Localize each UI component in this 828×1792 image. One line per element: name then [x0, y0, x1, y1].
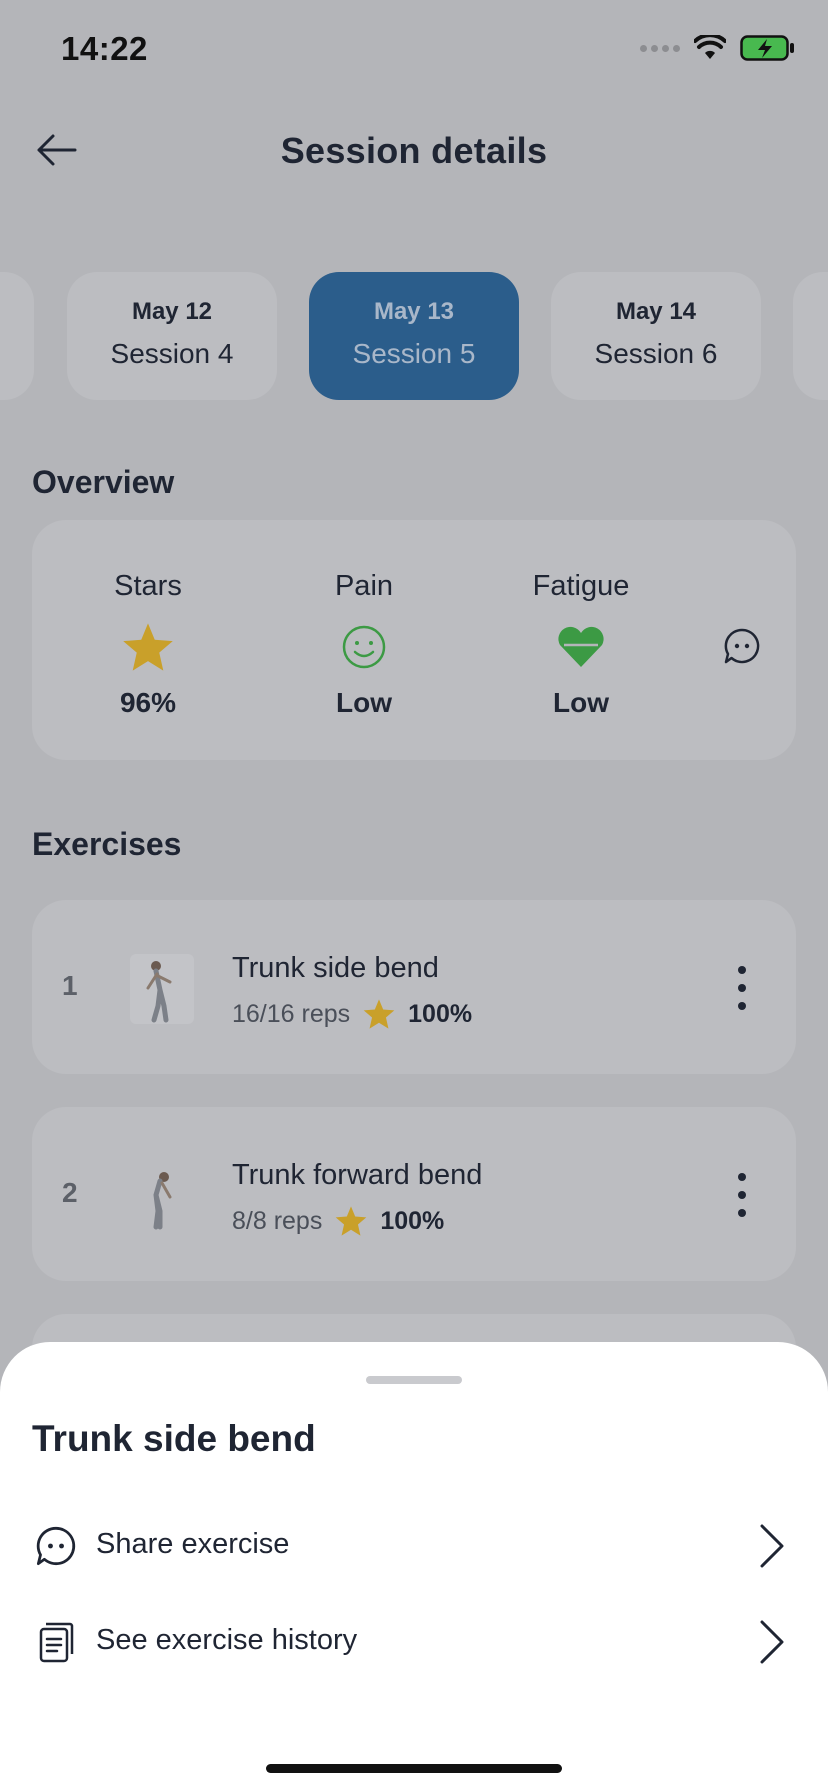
more-dot-icon — [738, 966, 746, 974]
home-indicator[interactable] — [266, 1764, 562, 1773]
see-exercise-history-action[interactable]: See exercise history — [0, 1602, 828, 1682]
stars-metric: Stars 96% — [58, 570, 238, 719]
battery-charging-icon — [740, 35, 794, 61]
chevron-right-icon — [760, 1524, 784, 1568]
more-dot-icon — [738, 1173, 746, 1181]
session-label: Session 4 — [110, 338, 234, 369]
overview-card: Stars 96% Pain Low Fatigue Low — [32, 520, 796, 760]
fatigue-label: Fatigue — [532, 570, 630, 602]
star-icon — [363, 999, 395, 1029]
session-card-5[interactable]: May 13 Session 5 — [309, 272, 519, 400]
stars-label: Stars — [114, 570, 182, 602]
exercise-score: 100% — [408, 999, 473, 1028]
pain-metric: Pain Low — [274, 570, 454, 719]
session-card-next[interactable] — [793, 272, 828, 400]
session-details-screen: 14:22 Session details May 12 Session 4 M… — [0, 0, 828, 1792]
more-dot-icon — [738, 984, 746, 992]
exercise-reps: 8/8 reps — [232, 1206, 323, 1235]
session-date: May 12 — [131, 298, 213, 325]
status-time: 14:22 — [61, 30, 148, 67]
fatigue-value: Low — [553, 687, 609, 718]
pain-value: Low — [336, 687, 392, 718]
exercise-thumbnail-figure — [153, 1172, 172, 1230]
exercise-index: 2 — [62, 1177, 78, 1208]
page-title: Session details — [280, 130, 548, 171]
star-icon — [336, 1206, 367, 1236]
chevron-right-icon — [760, 1620, 784, 1664]
more-options-button[interactable] — [722, 1173, 762, 1217]
chat-bubble-icon — [36, 1526, 76, 1566]
exercises-heading: Exercises — [32, 826, 182, 862]
more-options-button[interactable] — [722, 966, 762, 1010]
session-card-6[interactable]: May 14 Session 6 — [551, 272, 761, 400]
wifi-icon — [694, 35, 726, 59]
exercise-name: Trunk forward bend — [232, 1159, 483, 1191]
star-icon — [123, 623, 173, 671]
session-date: May 13 — [373, 298, 455, 325]
heart-icon — [558, 626, 604, 667]
share-exercise-action[interactable]: Share exercise — [0, 1506, 828, 1586]
session-label: Session 6 — [594, 338, 718, 369]
action-label: See exercise history — [96, 1624, 358, 1656]
session-card-4[interactable]: May 12 Session 4 — [67, 272, 277, 400]
comment-button[interactable] — [718, 622, 766, 670]
exercise-card-1[interactable]: 1 Trunk side bend 16/16 reps 100% — [32, 900, 796, 1074]
sheet-grabber[interactable] — [366, 1376, 462, 1384]
header: Session details — [0, 110, 828, 190]
status-bar: 14:22 — [0, 0, 828, 100]
exercise-name: Trunk side bend — [232, 952, 439, 984]
overview-heading: Overview — [32, 464, 175, 500]
chat-bubble-icon — [724, 628, 760, 664]
exercise-meta: 16/16 reps 100% — [232, 998, 472, 1030]
exercise-index: 1 — [62, 970, 78, 1001]
cellular-signal-icon — [640, 44, 680, 52]
more-dot-icon — [738, 1209, 746, 1217]
smiley-icon — [342, 625, 386, 669]
exercise-reps: 16/16 reps — [232, 999, 351, 1028]
exercise-meta: 8/8 reps 100% — [232, 1205, 444, 1237]
more-dot-icon — [738, 1002, 746, 1010]
session-carousel: May 12 Session 4 May 13 Session 5 May 14… — [0, 272, 828, 400]
exercise-card-2[interactable]: 2 Trunk forward bend 8/8 reps 100% — [32, 1107, 796, 1281]
session-label: Session 5 — [352, 338, 476, 369]
exercise-score: 100% — [380, 1206, 445, 1235]
action-label: Share exercise — [96, 1528, 290, 1560]
session-date: May 14 — [615, 298, 697, 325]
stars-value: 96% — [119, 687, 177, 718]
exercise-thumbnail-figure — [130, 954, 194, 1024]
fatigue-metric: Fatigue Low — [491, 570, 671, 719]
sheet-title: Trunk side bend — [32, 1418, 316, 1459]
bottom-sheet: Trunk side bend Share exercise See exerc… — [0, 1342, 828, 1792]
more-dot-icon — [738, 1191, 746, 1199]
status-icons — [640, 34, 796, 62]
document-icon — [39, 1622, 74, 1663]
pain-label: Pain — [334, 570, 394, 602]
